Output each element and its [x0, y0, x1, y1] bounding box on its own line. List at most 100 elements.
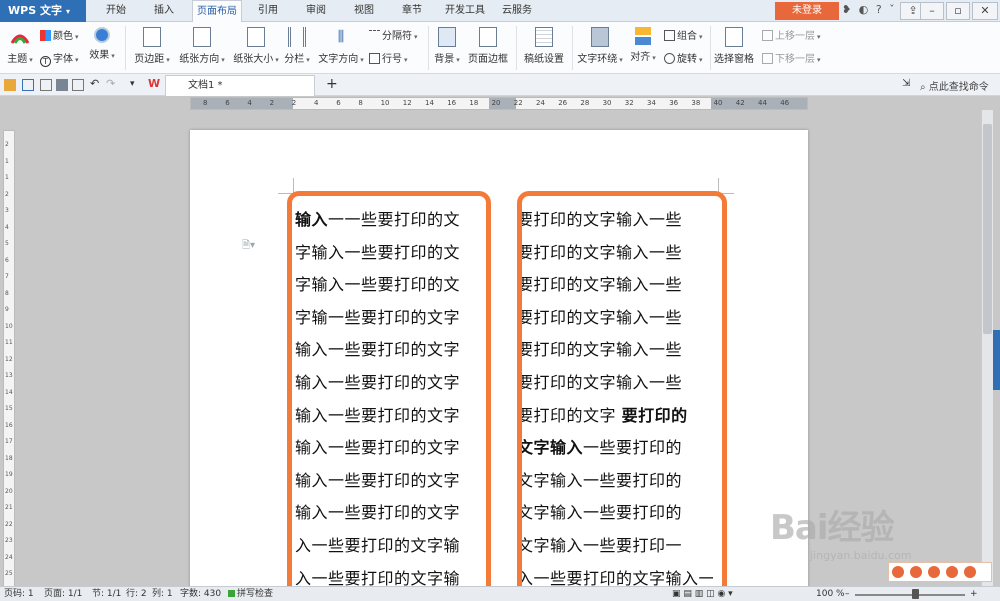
keyboard-icon[interactable]	[964, 566, 976, 578]
orientation-button[interactable]: 纸张方向 ▾	[176, 27, 228, 65]
new-tab-icon[interactable]: +	[326, 77, 338, 91]
music-icon[interactable]	[928, 566, 940, 578]
right-column-highlight	[517, 191, 727, 601]
background-label: 背景	[434, 54, 455, 65]
zoom-slider-handle[interactable]	[912, 589, 919, 599]
spell-check-toggle[interactable]: 拼写检查	[228, 587, 273, 601]
ribbon-divider	[572, 26, 573, 70]
ruler-tick-label: 20	[5, 487, 13, 495]
manuscript-label: 稿纸设置	[524, 54, 564, 65]
margins-button[interactable]: 页边距 ▾	[132, 27, 172, 65]
tab-developer[interactable]: 开发工具	[440, 0, 490, 22]
tab-insert[interactable]: 插入	[143, 0, 185, 22]
selection-pane-icon	[725, 27, 743, 47]
chevron-down-icon: ▾	[75, 33, 79, 41]
ruler-tick-label: 15	[5, 405, 13, 412]
bring-forward-button[interactable]: 上移一层 ▾	[762, 27, 821, 42]
manuscript-icon	[535, 27, 553, 47]
horizontal-ruler[interactable]: 8 6 4 2 2 4 6 8 10 12 14 16 18 20 22 24 26 28 30 32 34 36 38 40…	[190, 97, 808, 110]
vertical-scrollbar[interactable]	[981, 110, 993, 592]
tab-review[interactable]: 审阅	[296, 0, 336, 22]
maximize-icon[interactable]: ▫	[946, 2, 970, 20]
moon-icon[interactable]	[910, 566, 922, 578]
align-label: 对齐	[630, 52, 651, 63]
settings-icon[interactable]: ◐	[859, 3, 871, 16]
align-button[interactable]: 对齐 ▾	[628, 27, 658, 63]
font-button[interactable]: T 字体 ▾	[40, 50, 79, 67]
group-button[interactable]: 组合 ▾	[664, 27, 703, 42]
separator-button[interactable]: 分隔符 ▾	[369, 27, 418, 42]
zoom-slider[interactable]	[855, 594, 965, 596]
chevron-down-icon[interactable]: ˇ	[889, 3, 897, 16]
color-button[interactable]: 颜色 ▾	[40, 27, 79, 42]
theme-button[interactable]: 主题 ▾	[6, 27, 34, 65]
page-border-button[interactable]: 页面边框	[466, 27, 510, 65]
manuscript-button[interactable]: 稿纸设置	[522, 27, 566, 65]
background-button[interactable]: 背景 ▾	[434, 27, 460, 65]
login-button[interactable]: 未登录	[775, 2, 839, 20]
save-icon[interactable]	[22, 79, 34, 91]
rotate-button[interactable]: 旋转 ▾	[664, 50, 703, 65]
wps-logo-icon[interactable]: W	[148, 78, 160, 91]
ruler-tick-label: 5	[5, 240, 9, 247]
command-search[interactable]: ⌕ 点此查找命令	[920, 78, 989, 93]
tab-home[interactable]: 开始	[95, 0, 137, 22]
chevron-down-icon[interactable]: ▾	[130, 79, 142, 91]
zoom-out-icon[interactable]: –	[845, 587, 850, 601]
minimize-icon[interactable]: –	[920, 2, 944, 20]
add-icon[interactable]	[892, 566, 904, 578]
separator-icon	[369, 30, 380, 41]
margins-icon	[143, 27, 161, 47]
columns-label: 分栏	[284, 54, 305, 65]
open-icon[interactable]	[4, 79, 16, 91]
status-words[interactable]: 字数: 430	[180, 587, 221, 601]
help-icon[interactable]: ?	[876, 3, 884, 16]
tab-cloud[interactable]: 云服务	[496, 0, 538, 22]
text-wrap-icon	[591, 27, 609, 47]
view-mode-icons[interactable]: ▣ ▤ ▥ ◫ ◉ ▾	[672, 587, 733, 601]
ruler-tick-label: 4	[247, 99, 252, 107]
print-preview-icon[interactable]	[72, 79, 84, 91]
chevron-down-icon: ▾	[360, 56, 364, 64]
ruler-tick-label: 13	[5, 372, 13, 379]
tab-chapter[interactable]: 章节	[392, 0, 432, 22]
ruler-tick-label: 44	[758, 99, 767, 107]
ruler-tick-label: 11	[5, 339, 13, 346]
line-numbers-button[interactable]: 行号 ▾	[369, 50, 408, 65]
arrow-icon[interactable]	[946, 566, 958, 578]
redo-icon[interactable]: ↷	[106, 78, 118, 91]
page-size-button[interactable]: 纸张大小 ▾	[230, 27, 282, 65]
scroll-thumb[interactable]	[983, 124, 992, 334]
text-direction-button[interactable]: ⫼ 文字方向 ▾	[316, 27, 366, 65]
tab-references[interactable]: 引用	[248, 0, 288, 22]
zoom-in-icon[interactable]: +	[970, 587, 978, 601]
chevron-down-icon: ▾	[111, 52, 115, 60]
margins-label: 页边距	[134, 54, 165, 65]
close-icon[interactable]: ✕	[972, 2, 998, 20]
chevron-down-icon: ▾	[699, 33, 703, 41]
vertical-ruler[interactable]: 2 1 1 2 3 4 5 6 7 8 9 10 11 12 13 14 15 16 17 18 19 20 21 22 23 2…	[3, 130, 15, 592]
document-tab[interactable]: 文档1 *	[165, 75, 315, 96]
send-backward-button[interactable]: 下移一层 ▾	[762, 50, 821, 65]
effect-button[interactable]: 效果 ▾	[88, 27, 116, 61]
wps-menu-button[interactable]: WPS 文字 ▾	[0, 0, 86, 22]
tab-page-layout[interactable]: 页面布局	[192, 0, 242, 23]
pin-icon[interactable]: ⇲	[902, 79, 914, 91]
side-panel-toggle[interactable]	[993, 330, 1000, 390]
ribbon-divider	[710, 26, 711, 70]
group-icon	[664, 30, 675, 41]
undo-icon[interactable]: ↶	[90, 78, 102, 91]
chevron-down-icon: ▾	[275, 56, 279, 64]
columns-button[interactable]: 分栏 ▾	[284, 27, 310, 65]
ruler-tick-label: 20	[491, 99, 501, 107]
text-wrap-button[interactable]: 文字环绕 ▾	[576, 27, 624, 65]
print-icon[interactable]	[56, 79, 68, 91]
columns-icon	[288, 27, 306, 47]
tab-view[interactable]: 视图	[344, 0, 384, 22]
zoom-level[interactable]: 100 %	[816, 587, 845, 601]
ruler-tick-label: 12	[5, 355, 13, 363]
skin-icon[interactable]: ❥	[842, 3, 853, 16]
ruler-tick-label: 30	[602, 99, 612, 107]
selection-pane-button[interactable]: 选择窗格	[714, 27, 754, 65]
export-pdf-icon[interactable]	[40, 79, 52, 91]
